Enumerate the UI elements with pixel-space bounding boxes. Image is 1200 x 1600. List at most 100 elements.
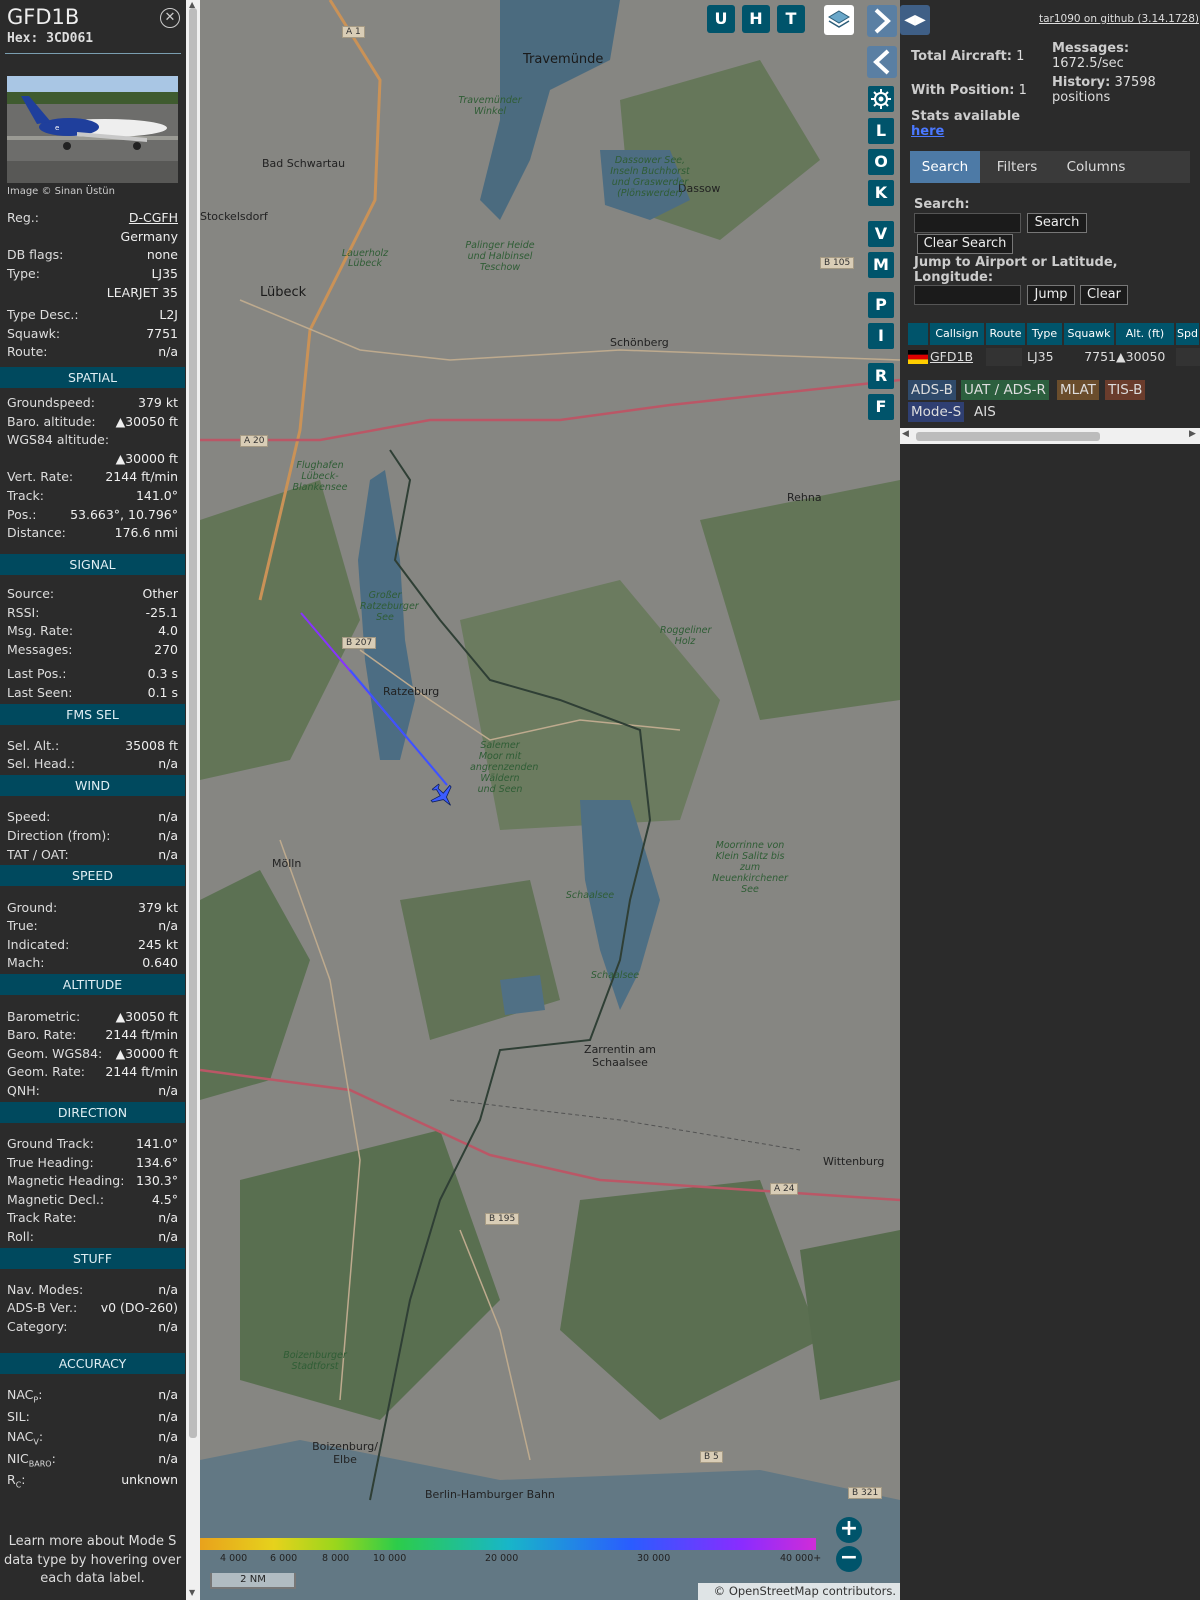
clear-search-button[interactable]: Clear Search — [917, 234, 1013, 254]
section-header-direction[interactable]: DIRECTION — [0, 1102, 185, 1123]
road-shield: B 321 — [848, 1487, 883, 1499]
table-header-cell[interactable]: Callsign — [930, 323, 985, 345]
section-header-signal[interactable]: SIGNAL — [0, 554, 185, 575]
scrollbar-thumb[interactable] — [189, 8, 197, 1438]
version-link[interactable]: tar1090 on github (3.14.1728) — [1039, 13, 1199, 25]
scrollbar-thumb[interactable] — [916, 432, 1100, 441]
stats-available: Stats available here — [911, 109, 1021, 139]
section-header-accuracy[interactable]: ACCURACY — [0, 1353, 185, 1374]
row-speed — [1176, 348, 1200, 366]
map-button-r[interactable]: R — [868, 363, 894, 389]
map-button-p[interactable]: P — [868, 292, 894, 318]
scroll-left-icon[interactable]: ◀ — [902, 429, 909, 439]
clear-jump-button[interactable]: Clear — [1080, 285, 1128, 305]
map-place-label: Wittenburg — [823, 1155, 885, 1168]
info-label: Geom. WGS84: — [7, 1046, 103, 1061]
tab-filters[interactable]: Filters — [985, 151, 1049, 183]
section-header-altitude[interactable]: ALTITUDE — [0, 974, 185, 995]
map-nature-label: Schaalsee — [590, 970, 640, 981]
map-button-v[interactable]: V — [868, 221, 894, 247]
zoom-out-button[interactable]: − — [836, 1546, 862, 1572]
map-button-o[interactable]: O — [868, 149, 894, 175]
info-value: n/a — [158, 344, 178, 359]
table-header-cell[interactable]: Type — [1027, 323, 1063, 345]
table-header-cell[interactable] — [908, 323, 929, 345]
aircraft-callsign: GFD1B — [7, 5, 80, 29]
expand-right-button[interactable] — [867, 5, 897, 37]
svg-text:e: e — [55, 124, 59, 132]
map-button-u[interactable]: U — [707, 5, 735, 33]
aircraft-photo[interactable]: e — [7, 76, 178, 183]
map-view[interactable]: Travemünde Bad Schwartau Stockelsdorf Lübec… — [200, 0, 900, 1600]
map-button-f[interactable]: F — [868, 394, 894, 420]
map-nature-label: Schaalsee — [565, 890, 615, 901]
info-label: QNH: — [7, 1083, 40, 1098]
map-button-m[interactable]: M — [868, 252, 894, 278]
info-value[interactable]: D-CGFH — [129, 210, 178, 225]
stats-here-link[interactable]: here — [911, 124, 944, 139]
section-header-stuff[interactable]: STUFF — [0, 1248, 185, 1269]
search-button[interactable]: Search — [1027, 213, 1087, 233]
map-button-k[interactable]: K — [868, 180, 894, 206]
source-tag: ADS-B — [908, 380, 956, 400]
map-button-l[interactable]: L — [868, 118, 894, 144]
colorbar-tick-label: 6 000 — [270, 1553, 298, 1564]
info-row: NICBARO: n/a — [7, 1451, 178, 1470]
close-icon[interactable]: ✕ — [160, 8, 180, 28]
info-label: Magnetic Heading: — [7, 1173, 125, 1188]
info-value: 2144 ft/min — [105, 1064, 178, 1079]
info-value: n/a — [158, 847, 178, 862]
map-nature-label: Flughafen Lübeck-Blankensee — [292, 460, 348, 493]
map-scale: 2 NM — [210, 1573, 296, 1589]
info-label: Route: — [7, 344, 48, 359]
split-toggle-button[interactable]: ◀▶ — [900, 5, 930, 35]
table-header-cell[interactable]: Route — [986, 323, 1026, 345]
section-header-wind[interactable]: WIND — [0, 775, 185, 796]
messages-rate: Messages: 1672.5/sec — [1052, 41, 1130, 71]
section-header-fms[interactable]: FMS SEL — [0, 704, 185, 725]
road-shield: A 24 — [770, 1183, 799, 1195]
info-value: 141.0° — [135, 488, 178, 503]
info-label: Category: — [7, 1319, 68, 1334]
info-row: Route: n/a — [7, 344, 178, 363]
info-label: Vert. Rate: — [7, 469, 74, 484]
right-panel: ◀▶ tar1090 on github (3.14.1728) Total A… — [900, 0, 1200, 1600]
table-header-cell[interactable]: Alt. (ft) — [1116, 323, 1175, 345]
left-scrollbar[interactable]: ▲ ▼ — [186, 0, 200, 1600]
map-button-i[interactable]: I — [868, 323, 894, 349]
tab-search[interactable]: Search — [910, 151, 980, 183]
jump-input[interactable] — [914, 285, 1021, 305]
settings-button[interactable] — [868, 86, 894, 112]
collapse-left-button[interactable] — [867, 46, 897, 78]
table-horizontal-scrollbar[interactable]: ◀ ▶ — [900, 428, 1200, 444]
jump-button[interactable]: Jump — [1027, 285, 1075, 305]
info-row: TAT / OAT: n/a — [7, 847, 178, 866]
map-button-h[interactable]: H — [742, 5, 770, 33]
row-altitude: ▲30050 — [1116, 349, 1166, 364]
section-header-speed[interactable]: SPEED — [0, 865, 185, 886]
altitude-colorbar — [200, 1538, 816, 1550]
info-value: 270 — [154, 642, 178, 657]
search-input[interactable] — [914, 213, 1021, 233]
map-button-t[interactable]: T — [777, 5, 805, 33]
section-header-spatial[interactable]: SPATIAL — [0, 367, 185, 388]
tab-columns[interactable]: Columns — [1054, 151, 1138, 183]
info-label: Last Pos.: — [7, 666, 67, 681]
info-value: n/a — [158, 1451, 178, 1466]
scroll-right-icon[interactable]: ▶ — [1189, 429, 1196, 439]
table-header-cell[interactable]: Spd — [1176, 323, 1200, 345]
row-callsign[interactable]: GFD1B — [930, 348, 973, 366]
info-label: Nav. Modes: — [7, 1282, 84, 1297]
map-attribution[interactable]: © OpenStreetMap contributors. — [698, 1583, 900, 1600]
table-header-cell[interactable]: Squawk — [1064, 323, 1115, 345]
colorbar-tick-label: 10 000 — [373, 1553, 407, 1564]
scroll-down-icon[interactable]: ▼ — [189, 1588, 195, 1597]
aircraft-marker-icon[interactable] — [430, 783, 456, 809]
layers-button[interactable] — [824, 5, 854, 35]
info-value: n/a — [158, 1210, 178, 1225]
info-value: 2144 ft/min — [105, 469, 178, 484]
map-nature-label: Roggeliner Holz — [660, 625, 712, 647]
map-place-label: Rehna — [787, 491, 822, 504]
zoom-in-button[interactable]: + — [836, 1517, 862, 1543]
info-value: ▲30000 ft — [115, 1046, 178, 1061]
